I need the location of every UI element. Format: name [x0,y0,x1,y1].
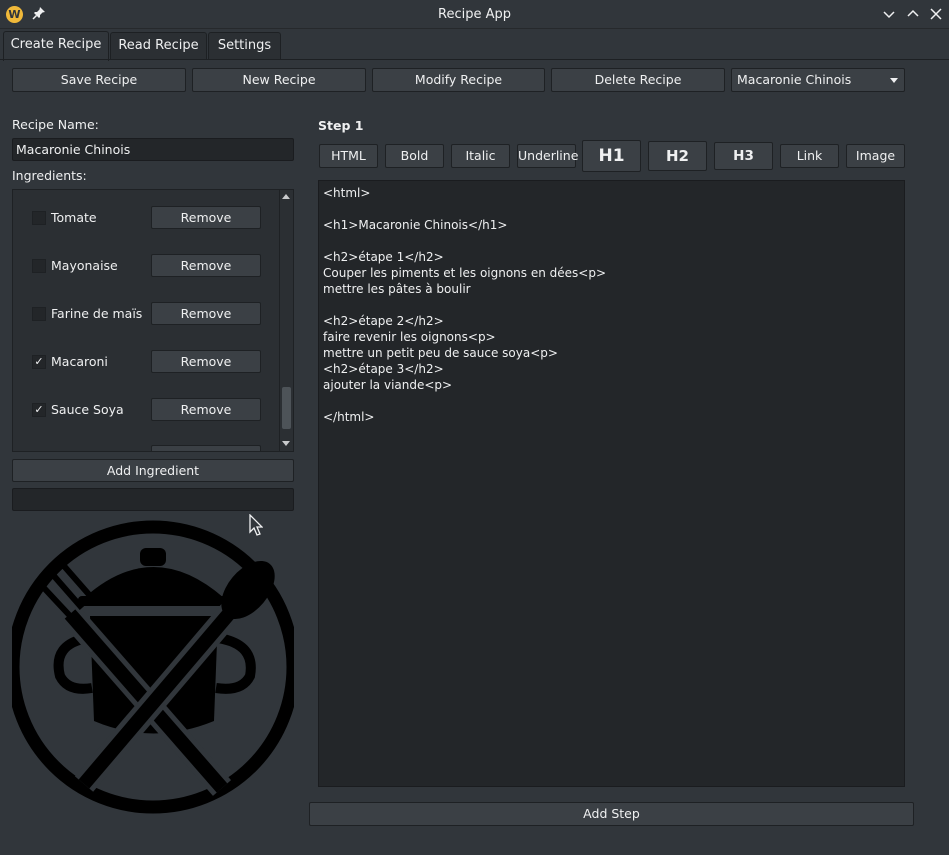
ingredient-name: Mayonaise [51,258,118,273]
h2-format-button[interactable]: H2 [648,141,707,171]
list-item: ✓ Sauce Soya Remove [13,386,281,434]
italic-format-button[interactable]: Italic [451,144,510,168]
list-item: ✓ Macaroni Remove [13,338,281,386]
ingredient-checkbox[interactable] [32,259,46,273]
modify-recipe-button[interactable]: Modify Recipe [372,68,545,92]
ingredient-name: Macaroni [51,354,108,369]
add-ingredient-button[interactable]: Add Ingredient [12,459,294,482]
close-icon[interactable] [928,6,944,22]
new-recipe-button[interactable]: New Recipe [192,68,366,92]
html-format-button[interactable]: HTML [319,144,378,168]
scroll-up-icon[interactable] [282,194,290,199]
recipe-select[interactable]: Macaronie Chinois [731,68,905,92]
chevron-down-icon [890,78,898,83]
step-title: Step 1 [318,118,364,133]
window-title: Recipe App [438,7,511,22]
tab-create-recipe[interactable]: Create Recipe [3,31,109,61]
cursor-icon [249,514,263,536]
add-step-button[interactable]: Add Step [309,802,914,826]
remove-ingredient-button[interactable]: Remove [151,206,261,229]
list-item: Farine de maïs Remove [13,290,281,338]
tab-settings[interactable]: Settings [208,32,281,60]
underline-format-button[interactable]: Underline [517,144,578,168]
bold-format-button[interactable]: Bold [385,144,444,168]
tab-read-recipe[interactable]: Read Recipe [110,32,207,60]
ingredient-name: Tomate [51,210,97,225]
remove-ingredient-button[interactable]: Remove [151,350,261,373]
ingredient-checkbox[interactable] [32,211,46,225]
list-item: Mayonaise Remove [13,242,281,290]
recipe-select-value: Macaronie Chinois [737,72,852,87]
ingredient-list[interactable]: Tomate Remove Mayonaise Remove Farine de… [12,189,294,452]
ingredient-name: Sauce Soya [51,402,124,417]
tab-bar: Create Recipe Read Recipe Settings [0,29,949,61]
list-item: Tomate Remove [13,194,281,242]
recipe-name-input[interactable]: Macaronie Chinois [12,138,294,161]
cooking-pot-logo-icon [12,520,294,814]
h3-format-button[interactable]: H3 [714,142,773,170]
ingredient-checkbox[interactable] [32,307,46,321]
minimize-icon[interactable] [881,6,897,22]
delete-recipe-button[interactable]: Delete Recipe [551,68,725,92]
maximize-icon[interactable] [905,6,921,22]
ingredient-name: Farine de maïs [51,306,143,321]
remove-ingredient-button[interactable]: Remove [151,254,261,277]
ingredient-checkbox[interactable]: ✓ [32,355,46,369]
recipe-name-label: Recipe Name: [12,117,99,132]
remove-ingredient-button[interactable]: Remove [151,398,261,421]
scrollbar-thumb[interactable] [282,387,291,429]
step-editor[interactable]: <html> <h1>Macaronie Chinois</h1> <h2>ét… [318,180,905,787]
ingredient-checkbox[interactable]: ✓ [32,403,46,417]
title-bar: W Recipe App [0,0,949,29]
h1-format-button[interactable]: H1 [582,140,641,172]
remove-ingredient-button[interactable]: Remove [151,302,261,325]
link-format-button[interactable]: Link [780,144,839,168]
new-ingredient-input[interactable] [12,488,294,511]
ingredient-scrollbar[interactable] [279,190,293,451]
ingredients-label: Ingredients: [12,168,87,183]
image-format-button[interactable]: Image [846,144,905,168]
save-recipe-button[interactable]: Save Recipe [12,68,186,92]
remove-ingredient-button-partial[interactable] [151,445,261,451]
scroll-down-icon[interactable] [282,441,290,446]
